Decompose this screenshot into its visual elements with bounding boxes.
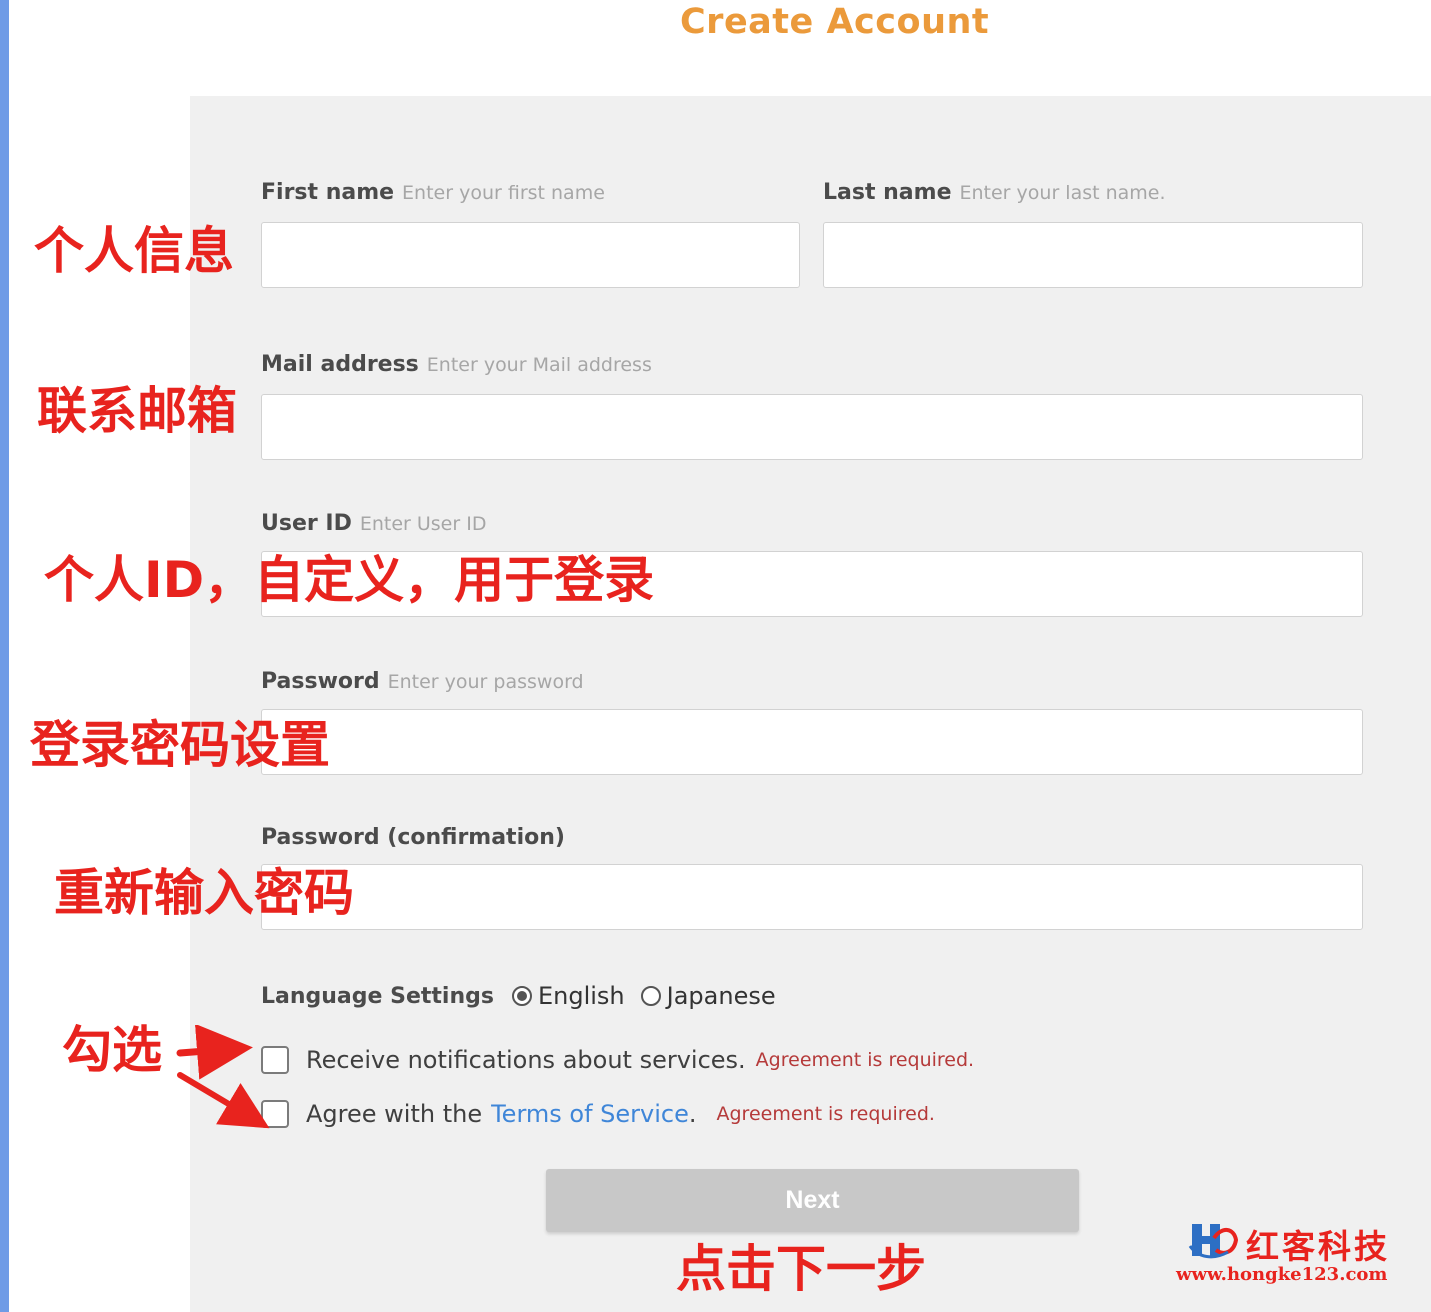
first-name-label: First name Enter your first name [261, 180, 605, 205]
last-name-hint: Enter your last name. [959, 182, 1166, 204]
annotation-personal-info: 个人信息 [34, 222, 234, 280]
mail-hint: Enter your Mail address [426, 354, 652, 376]
last-name-label: Last name Enter your last name. [823, 180, 1166, 205]
watermark-name: 红客科技 [1246, 1227, 1390, 1266]
terms-of-service-link[interactable]: Terms of Service [491, 1100, 689, 1128]
last-name-label-text: Last name [823, 180, 952, 205]
last-name-input[interactable] [823, 222, 1363, 288]
user-id-hint: Enter User ID [359, 513, 487, 535]
annotation-password-confirm: 重新输入密码 [54, 864, 354, 922]
next-button[interactable]: Next [546, 1169, 1079, 1232]
radio-japanese[interactable] [640, 986, 661, 1006]
mail-label: Mail address Enter your Mail address [261, 352, 652, 377]
first-name-label-text: First name [261, 180, 395, 205]
first-name-hint: Enter your first name [402, 182, 605, 204]
hongke-logo-icon [1188, 1224, 1238, 1259]
annotation-user-id: 个人ID，自定义，用于登录 [44, 555, 654, 605]
user-id-label-text: User ID [261, 511, 352, 536]
terms-text[interactable]: Agree with the [306, 1100, 482, 1128]
annotation-check: 勾选 [62, 1021, 162, 1079]
annotation-arrows-icon [176, 1025, 270, 1129]
radio-english[interactable] [511, 986, 532, 1006]
password-label-text: Password [261, 669, 380, 694]
left-border [0, 0, 9, 1312]
mail-input[interactable] [261, 394, 1363, 460]
password-confirm-label-text: Password (confirmation) [261, 825, 565, 850]
language-settings-label: Language Settings [261, 983, 494, 1009]
password-hint: Enter your password [387, 671, 584, 693]
user-id-label: User ID Enter User ID [261, 511, 486, 536]
radio-japanese-label[interactable]: Japanese [667, 982, 776, 1010]
language-settings: Language Settings English Japanese [261, 980, 792, 1012]
notifications-row: Receive notifications about services. Ag… [261, 1044, 974, 1076]
first-name-input[interactable] [261, 222, 800, 288]
annotation-user-id-prefix: 个人ID， [44, 551, 255, 609]
annotation-password: 登录密码设置 [30, 716, 330, 774]
annotation-contact-mail: 联系邮箱 [37, 382, 237, 440]
annotation-user-id-rest: 自定义，用于登录 [254, 551, 655, 609]
radio-english-label[interactable]: English [538, 982, 625, 1010]
terms-period: . [688, 1100, 697, 1128]
watermark-url: www.hongke123.com [1176, 1264, 1388, 1285]
page-title: Create Account [680, 2, 990, 42]
password-confirm-input[interactable] [261, 864, 1363, 930]
password-label: Password Enter your password [261, 669, 584, 694]
terms-row: Agree with the Terms of Service . Agreem… [261, 1098, 935, 1130]
annotation-click-next: 点击下一步 [676, 1240, 926, 1298]
notifications-text[interactable]: Receive notifications about services. [306, 1046, 746, 1074]
watermark: 红客科技 www.hongke123.com [1176, 1218, 1416, 1288]
page: Create Account First name Enter your firs… [0, 0, 1431, 1312]
notifications-required-note: Agreement is required. [755, 1049, 975, 1071]
password-confirm-label: Password (confirmation) [261, 825, 565, 850]
mail-label-text: Mail address [261, 352, 419, 377]
terms-required-note: Agreement is required. [716, 1103, 935, 1125]
password-input[interactable] [261, 709, 1363, 775]
